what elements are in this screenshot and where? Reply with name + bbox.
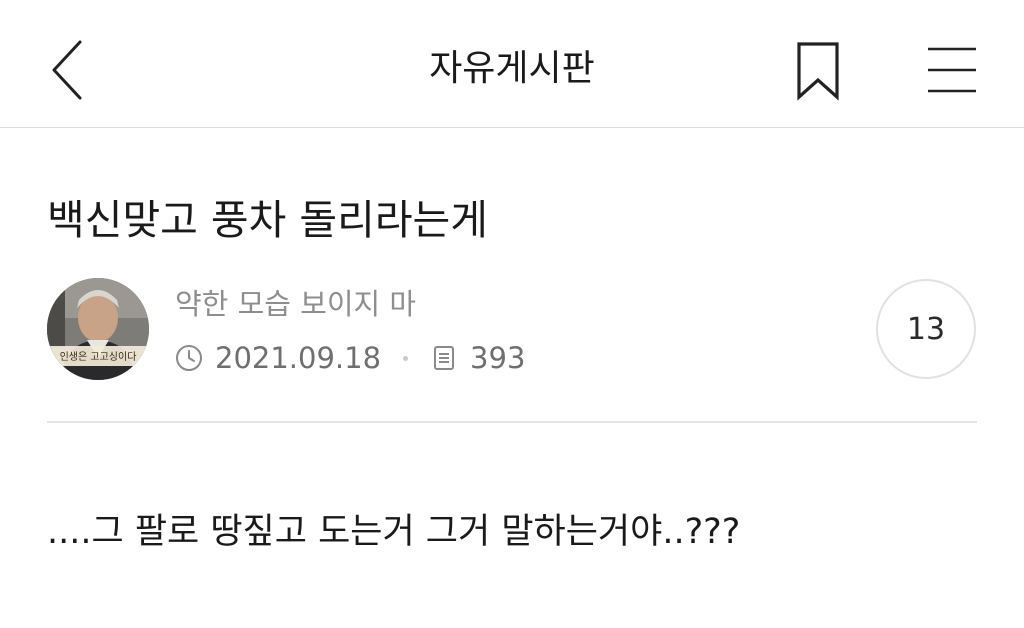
bookmark-icon <box>797 42 839 101</box>
avatar-image: 인생은 고고싱이다 <box>47 278 149 380</box>
board-title: 자유게시판 <box>429 48 595 89</box>
menu-button[interactable] <box>920 42 984 100</box>
bookmark-button[interactable] <box>790 40 846 102</box>
back-button[interactable] <box>40 36 96 104</box>
avatar-caption: 인생은 고고싱이다 <box>60 351 137 363</box>
post-date: 2021.09.18 <box>215 341 382 375</box>
chevron-left-icon <box>52 40 82 100</box>
comment-count-button[interactable]: 13 <box>876 279 976 379</box>
author-avatar[interactable]: 인생은 고고싱이다 <box>47 278 149 380</box>
post-meta: 2021.09.18 393 <box>175 336 525 380</box>
post-screen: 자유게시판 백신맞고 풍차 돌리라는게 인생은 고고싱이다 약한 모습 보이지 … <box>0 0 1024 628</box>
content-divider <box>47 421 977 423</box>
clock-icon <box>176 345 202 371</box>
view-count: 393 <box>470 341 526 375</box>
post-title: 백신맞고 풍차 돌리라는게 <box>47 196 488 244</box>
post-body: ....그 팔로 땅짚고 도는거 그거 말하는거야..??? <box>47 512 741 552</box>
document-icon <box>434 346 455 370</box>
meta-separator <box>403 355 409 361</box>
top-header: 자유게시판 <box>0 0 1024 128</box>
author-name[interactable]: 약한 모습 보이지 마 <box>175 284 416 324</box>
hamburger-menu-icon <box>928 47 976 93</box>
